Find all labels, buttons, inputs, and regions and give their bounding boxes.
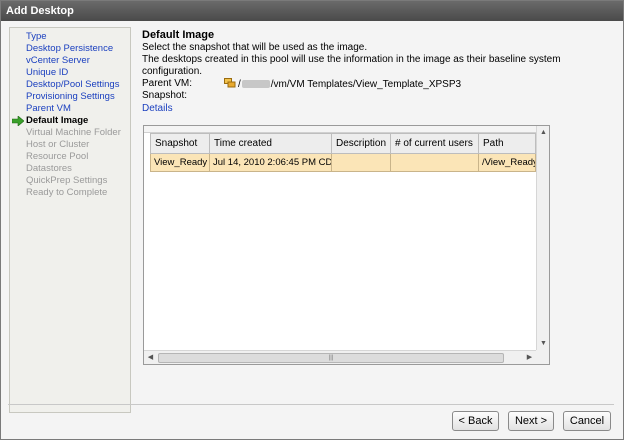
scrollbar-corner — [536, 350, 549, 364]
column-header-description[interactable]: Description — [331, 133, 391, 154]
step-resource-pool: Resource Pool — [10, 151, 130, 163]
cell-path: /View_Ready — [478, 153, 536, 172]
details-link[interactable]: Details — [142, 102, 618, 115]
page-title: Default Image — [142, 29, 215, 41]
step-host-or-cluster: Host or Cluster — [10, 139, 130, 151]
cell-snapshot: View_Ready — [150, 153, 210, 172]
cell-description — [331, 153, 391, 172]
horizontal-scroll-thumb[interactable]: ||| — [158, 353, 504, 363]
table-row[interactable]: View_Ready Jul 14, 2010 2:06:45 PM CDT /… — [150, 153, 536, 172]
column-header-snapshot[interactable]: Snapshot — [150, 133, 210, 154]
step-label: Default Image — [26, 115, 89, 126]
step-label: vCenter Server — [26, 55, 90, 66]
footer-divider — [8, 404, 614, 405]
vertical-scrollbar[interactable]: ▲ ▼ — [536, 126, 549, 350]
step-label: Virtual Machine Folder — [26, 127, 121, 138]
step-provisioning-settings[interactable]: Provisioning Settings — [10, 91, 130, 103]
column-header-time-created[interactable]: Time created — [209, 133, 332, 154]
step-label: QuickPrep Settings — [26, 175, 108, 186]
scroll-down-arrow-icon[interactable]: ▼ — [537, 337, 550, 350]
step-label: Desktop Persistence — [26, 43, 114, 54]
next-button[interactable]: Next > — [508, 411, 554, 431]
horizontal-scrollbar[interactable]: ◀ ||| ▶ — [144, 350, 536, 364]
snapshot-table: Snapshot Time created Description # of c… — [150, 133, 536, 172]
current-step-arrow-icon — [12, 116, 24, 126]
step-vcenter-server[interactable]: vCenter Server — [10, 55, 130, 67]
table-header-row: Snapshot Time created Description # of c… — [150, 133, 536, 154]
cancel-button[interactable]: Cancel — [563, 411, 611, 431]
window-title: Add Desktop — [1, 1, 623, 21]
step-label: Host or Cluster — [26, 139, 90, 150]
virtual-machine-icon — [224, 78, 236, 88]
parent-vm-path-prefix: / — [238, 79, 241, 90]
wizard-steps-sidebar: Type Desktop Persistence vCenter Server … — [9, 27, 131, 413]
column-header-current-users[interactable]: # of current users — [390, 133, 479, 154]
step-label: Provisioning Settings — [26, 91, 115, 102]
scroll-left-arrow-icon[interactable]: ◀ — [144, 351, 157, 364]
cell-time-created: Jul 14, 2010 2:06:45 PM CDT — [209, 153, 332, 172]
step-label: Type — [26, 31, 47, 42]
step-type[interactable]: Type — [10, 31, 130, 43]
back-button[interactable]: < Back — [452, 411, 499, 431]
step-label: Resource Pool — [26, 151, 89, 162]
step-desktop-persistence[interactable]: Desktop Persistence — [10, 43, 130, 55]
step-parent-vm[interactable]: Parent VM — [10, 103, 130, 115]
step-datastores: Datastores — [10, 163, 130, 175]
step-label: Datastores — [26, 163, 72, 174]
scroll-up-arrow-icon[interactable]: ▲ — [537, 126, 550, 139]
snapshot-table-panel: Snapshot Time created Description # of c… — [143, 125, 550, 365]
cell-current-users — [390, 153, 479, 172]
step-label: Desktop/Pool Settings — [26, 79, 120, 90]
scroll-right-arrow-icon[interactable]: ▶ — [523, 351, 536, 364]
step-label: Parent VM — [26, 103, 71, 114]
snapshot-label: Snapshot: — [142, 90, 188, 101]
table-top-strip — [144, 126, 549, 133]
column-header-path[interactable]: Path — [478, 133, 536, 154]
parent-vm-row: Parent VM: / /vm/VM Templates/View_Templa… — [142, 78, 618, 90]
parent-vm-label: Parent VM: — [142, 78, 193, 89]
description-text: The desktops created in this pool will u… — [142, 54, 561, 77]
step-label: Ready to Complete — [26, 187, 108, 198]
main-panel: Default Image Select the snapshot that w… — [142, 29, 618, 115]
step-virtual-machine-folder: Virtual Machine Folder — [10, 127, 130, 139]
redacted-path-segment — [241, 80, 270, 88]
step-unique-id[interactable]: Unique ID — [10, 67, 130, 79]
step-label: Unique ID — [26, 67, 69, 78]
step-quickprep-settings: QuickPrep Settings — [10, 175, 130, 187]
parent-vm-path: /vm/VM Templates/View_Template_XPSP3 — [270, 79, 462, 90]
step-default-image: Default Image — [10, 115, 130, 127]
snapshot-row: Snapshot: — [142, 90, 618, 102]
step-ready-to-complete: Ready to Complete — [10, 187, 130, 199]
step-desktop-pool-settings[interactable]: Desktop/Pool Settings — [10, 79, 130, 91]
instruction-text: Select the snapshot that will be used as… — [142, 42, 368, 53]
